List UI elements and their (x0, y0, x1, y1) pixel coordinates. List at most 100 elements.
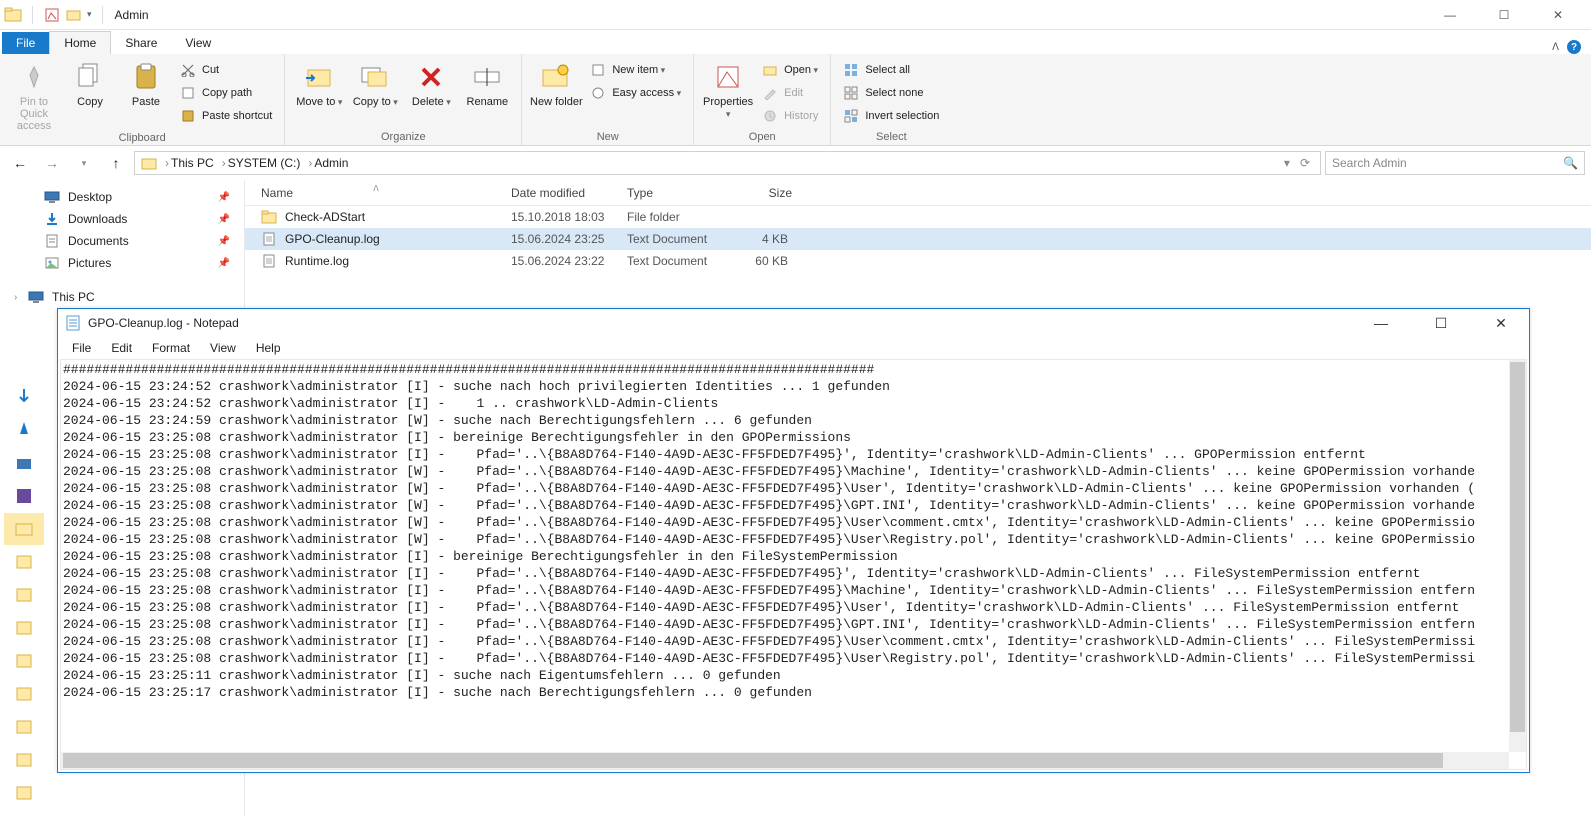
notepad-scrollbar-vertical[interactable] (1509, 360, 1526, 752)
address-dropdown-icon[interactable]: ▾ (1280, 156, 1294, 170)
cut-button[interactable]: Cut (174, 59, 278, 81)
rename-button[interactable]: Rename (459, 56, 515, 108)
tab-view[interactable]: View (171, 32, 225, 54)
taskbar-icon[interactable] (4, 711, 44, 743)
select-all-button[interactable]: Select all (837, 59, 945, 81)
new-folder-button[interactable]: New folder (528, 56, 584, 108)
taskbar-icon[interactable] (4, 744, 44, 776)
tab-share[interactable]: Share (111, 32, 171, 54)
notepad-minimize-button[interactable]: — (1361, 315, 1401, 332)
addressbar: ← → ▾ ↑ › This PC› SYSTEM (C:)› Admin ▾ … (0, 146, 1591, 180)
notepad-maximize-button[interactable]: ☐ (1421, 315, 1461, 332)
copy-path-button[interactable]: Copy path (174, 82, 278, 104)
titlebar: ▾ Admin — ☐ ✕ (0, 0, 1591, 30)
copy-icon (73, 60, 107, 94)
taskbar-icon[interactable] (4, 546, 44, 578)
minimize-button[interactable]: — (1435, 8, 1465, 22)
breadcrumb-root-icon[interactable]: › (141, 155, 169, 171)
ribbon-group-open: Properties Open Edit History Open (694, 54, 831, 145)
column-date[interactable]: Date modified (501, 186, 617, 200)
column-size[interactable]: Size (732, 186, 802, 200)
notepad-scrollbar-horizontal[interactable] (61, 752, 1509, 769)
easy-access-button[interactable]: Easy access (584, 82, 687, 104)
paste-button[interactable]: Paste (118, 56, 174, 108)
tab-home[interactable]: Home (49, 31, 111, 54)
history-button[interactable]: History (756, 105, 824, 127)
column-name[interactable]: Nameᐱ (251, 186, 501, 200)
properties-button[interactable]: Properties (700, 56, 756, 120)
notepad-menu-format[interactable]: Format (144, 341, 198, 355)
ribbon-collapse-icon[interactable]: ᐱ (1552, 42, 1559, 53)
taskbar-icon[interactable] (4, 645, 44, 677)
invert-selection-button[interactable]: Invert selection (837, 105, 945, 127)
copy-path-icon (180, 85, 196, 101)
delete-button[interactable]: Delete (403, 56, 459, 108)
taskbar-icon[interactable] (4, 480, 44, 512)
help-icon[interactable]: ? (1567, 40, 1581, 54)
paste-shortcut-button[interactable]: Paste shortcut (174, 105, 278, 127)
breadcrumb-item[interactable]: Admin (314, 156, 348, 170)
qat-dropdown-icon[interactable]: ▾ (87, 9, 92, 20)
nav-item-desktop[interactable]: Desktop📌 (0, 186, 244, 208)
taskbar-icon[interactable] (4, 777, 44, 809)
pin-quick-access-button[interactable]: Pin to Quick access (6, 56, 62, 132)
taskbar-icon[interactable] (4, 678, 44, 710)
ribbon-group-organize: Move to Copy to Delete Rename Organize (285, 54, 522, 145)
select-none-button[interactable]: Select none (837, 82, 945, 104)
nav-item-downloads[interactable]: Downloads📌 (0, 208, 244, 230)
copy-to-button[interactable]: Copy to (347, 56, 403, 108)
nav-forward-button[interactable]: → (38, 151, 66, 175)
notepad-titlebar[interactable]: GPO-Cleanup.log - Notepad — ☐ ✕ (58, 309, 1529, 337)
cut-icon (180, 62, 196, 78)
nav-up-button[interactable]: ↑ (102, 151, 130, 175)
paste-icon (129, 60, 163, 94)
file-row[interactable]: Runtime.log15.06.2024 23:22Text Document… (245, 250, 1591, 272)
breadcrumb-item[interactable]: SYSTEM (C:)› (228, 156, 313, 170)
close-button[interactable]: ✕ (1543, 8, 1573, 22)
notepad-menu-file[interactable]: File (64, 341, 99, 355)
file-row[interactable]: GPO-Cleanup.log15.06.2024 23:25Text Docu… (245, 228, 1591, 250)
notepad-textarea[interactable]: ########################################… (61, 360, 1526, 702)
taskbar-icon[interactable] (4, 381, 44, 413)
file-row[interactable]: Check-ADStart15.10.2018 18:03File folder (245, 206, 1591, 228)
nav-this-pc[interactable]: This PC (0, 286, 244, 308)
new-item-button[interactable]: New item (584, 59, 687, 81)
breadcrumb-item[interactable]: This PC› (171, 156, 226, 170)
nav-recent-button[interactable]: ▾ (70, 151, 98, 175)
window-title: Admin (115, 8, 149, 22)
qat-newfolder-icon[interactable] (65, 6, 83, 24)
address-input[interactable]: › This PC› SYSTEM (C:)› Admin ▾ ⟳ (134, 151, 1321, 175)
taskbar-icon[interactable] (4, 447, 44, 479)
copy-button[interactable]: Copy (62, 56, 118, 108)
search-icon: 🔍 (1563, 156, 1578, 170)
open-button[interactable]: Open (756, 59, 824, 81)
notepad-menu-help[interactable]: Help (248, 341, 289, 355)
download-icon (44, 211, 60, 227)
pin-icon: 📌 (218, 214, 236, 225)
search-input[interactable]: Search Admin 🔍 (1325, 151, 1585, 175)
nav-back-button[interactable]: ← (6, 151, 34, 175)
taskbar-icon[interactable] (4, 612, 44, 644)
maximize-button[interactable]: ☐ (1489, 8, 1519, 22)
ribbon-group-clipboard: Pin to Quick access Copy Paste Cut Copy … (0, 54, 285, 145)
address-refresh-icon[interactable]: ⟳ (1296, 156, 1314, 170)
document-icon (44, 233, 60, 249)
column-type[interactable]: Type (617, 186, 732, 200)
taskbar-icon[interactable] (4, 513, 44, 545)
ribbon: Pin to Quick access Copy Paste Cut Copy … (0, 54, 1591, 146)
edit-button[interactable]: Edit (756, 82, 824, 104)
notepad-menu-edit[interactable]: Edit (103, 341, 140, 355)
notepad-menu-view[interactable]: View (202, 341, 244, 355)
taskbar-icon[interactable] (4, 414, 44, 446)
nav-item-pictures[interactable]: Pictures📌 (0, 252, 244, 274)
move-to-button[interactable]: Move to (291, 56, 347, 108)
new-folder-icon (539, 60, 573, 94)
taskbar-icon[interactable] (4, 579, 44, 611)
ribbon-group-select: Select all Select none Invert selection … (831, 54, 951, 145)
select-none-icon (843, 85, 859, 101)
nav-item-documents[interactable]: Documents📌 (0, 230, 244, 252)
notepad-close-button[interactable]: ✕ (1481, 315, 1521, 332)
tab-file[interactable]: File (2, 32, 49, 54)
rename-icon (470, 60, 504, 94)
qat-properties-icon[interactable] (43, 6, 61, 24)
